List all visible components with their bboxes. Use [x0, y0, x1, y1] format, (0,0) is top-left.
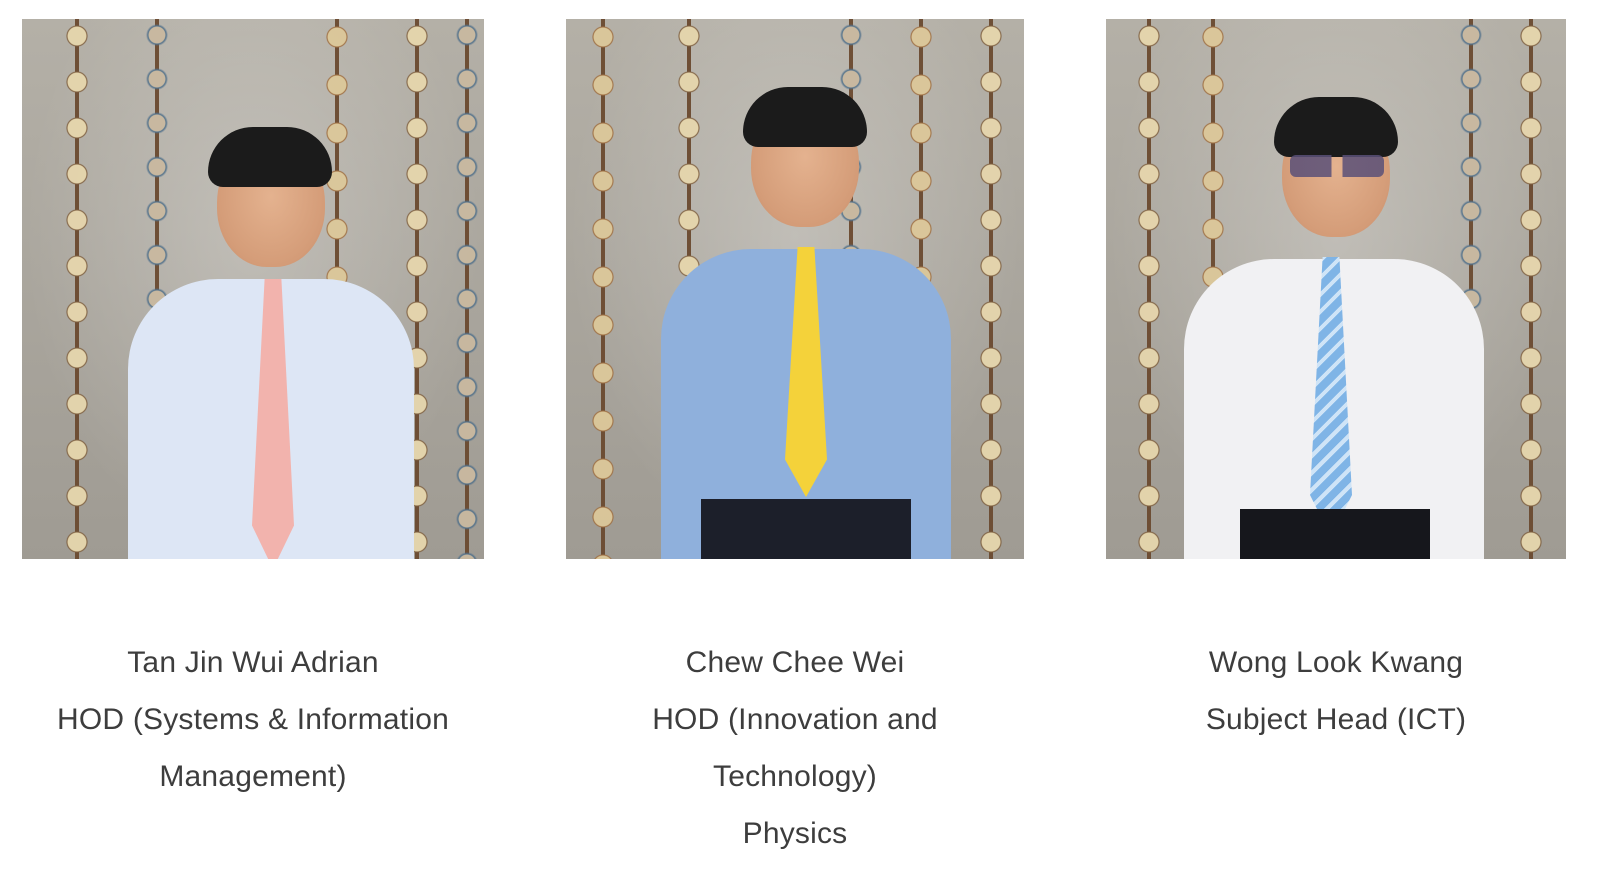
staff-name: Tan Jin Wui Adrian — [127, 646, 379, 679]
person-figure — [661, 79, 951, 559]
staff-photo — [566, 19, 1024, 559]
staff-card: Chew Chee Wei HOD (Innovation and Techno… — [566, 0, 1024, 882]
staff-caption: Wong Look Kwang Subject Head (ICT) — [1106, 634, 1566, 748]
staff-name: Chew Chee Wei — [685, 646, 905, 679]
staff-role-line: Management) — [159, 760, 347, 793]
staff-photo — [1106, 19, 1566, 559]
staff-photo — [22, 19, 484, 559]
staff-role-line: Technology) — [713, 760, 877, 793]
person-figure — [122, 89, 422, 559]
glasses-icon — [1290, 155, 1384, 177]
staff-role-line: Physics — [742, 817, 848, 850]
staff-name: Wong Look Kwang — [1208, 646, 1464, 679]
staff-grid: Tan Jin Wui Adrian HOD (Systems & Inform… — [0, 0, 1600, 882]
staff-role-line: Subject Head (ICT) — [1205, 703, 1467, 736]
staff-card: Tan Jin Wui Adrian HOD (Systems & Inform… — [22, 0, 484, 882]
staff-caption: Tan Jin Wui Adrian HOD (Systems & Inform… — [22, 634, 484, 805]
person-figure — [1184, 79, 1484, 559]
staff-caption: Chew Chee Wei HOD (Innovation and Techno… — [566, 634, 1024, 862]
staff-card: Wong Look Kwang Subject Head (ICT) — [1106, 0, 1566, 882]
staff-role-line: HOD (Innovation and — [652, 703, 938, 736]
staff-role-line: HOD (Systems & Information — [57, 703, 449, 736]
